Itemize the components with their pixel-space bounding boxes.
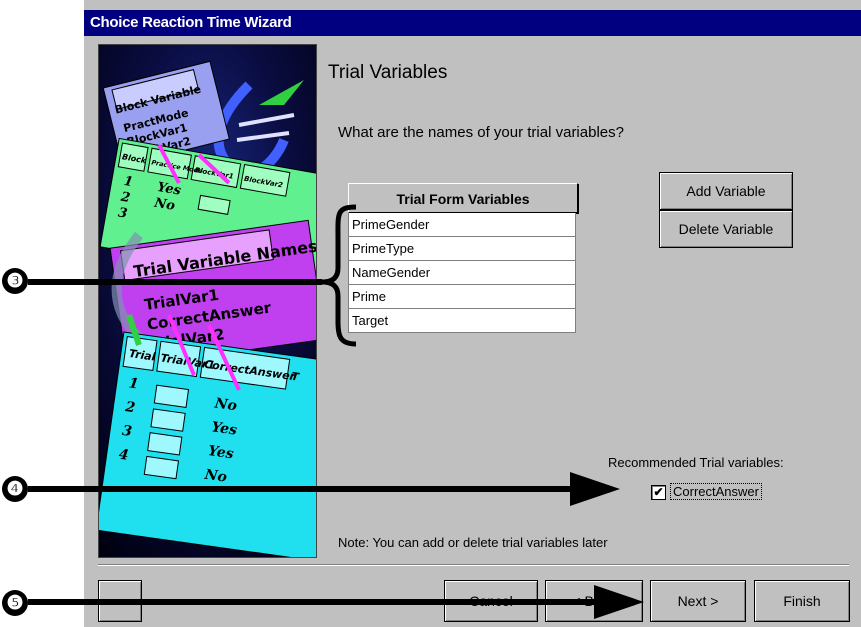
callout-badge-5: ❺ bbox=[2, 590, 28, 616]
page-question: What are the names of your trial variabl… bbox=[338, 124, 624, 141]
correct-answer-label[interactable]: CorrectAnswer bbox=[670, 483, 762, 500]
add-variable-button[interactable]: Add Variable bbox=[659, 172, 793, 210]
recommended-label: Recommended Trial variables: bbox=[608, 455, 784, 470]
trial-row-value: No bbox=[213, 395, 238, 414]
illustration-graphic: Block Variable PractMode BlockVar1 Block… bbox=[99, 45, 316, 557]
page-heading: Trial Variables bbox=[328, 62, 448, 83]
next-button[interactable]: Next > bbox=[650, 580, 746, 622]
window-title: Choice Reaction Time Wizard bbox=[90, 14, 292, 31]
list-item[interactable]: PrimeGender bbox=[348, 213, 576, 237]
list-header: Trial Form Variables bbox=[348, 183, 578, 213]
trial-row-value: No bbox=[203, 467, 228, 486]
wizard-illustration: Block Variable PractMode BlockVar1 Block… bbox=[98, 44, 317, 558]
list-item[interactable]: PrimeType bbox=[348, 237, 576, 261]
divider bbox=[98, 564, 849, 566]
finish-button[interactable]: Finish bbox=[754, 580, 850, 622]
note-text: Note: You can add or delete trial variab… bbox=[338, 535, 608, 550]
list-item[interactable]: NameGender bbox=[348, 261, 576, 285]
delete-variable-button[interactable]: Delete Variable bbox=[659, 210, 793, 248]
callout-badge-3: ❸ bbox=[2, 268, 28, 294]
back-button[interactable]: < Back bbox=[545, 580, 643, 622]
correct-answer-checkbox[interactable]: ✔ bbox=[651, 485, 666, 500]
trial-form-variables-list[interactable]: Trial Form Variables PrimeGender PrimeTy… bbox=[348, 183, 578, 343]
cancel-button[interactable]: Cancel bbox=[444, 580, 538, 622]
list-item[interactable]: Prime bbox=[348, 285, 576, 309]
title-bar: Choice Reaction Time Wizard bbox=[84, 10, 861, 36]
help-button[interactable] bbox=[98, 580, 142, 622]
list-item[interactable]: Target bbox=[348, 309, 576, 333]
callout-badge-4: ❹ bbox=[2, 476, 28, 502]
